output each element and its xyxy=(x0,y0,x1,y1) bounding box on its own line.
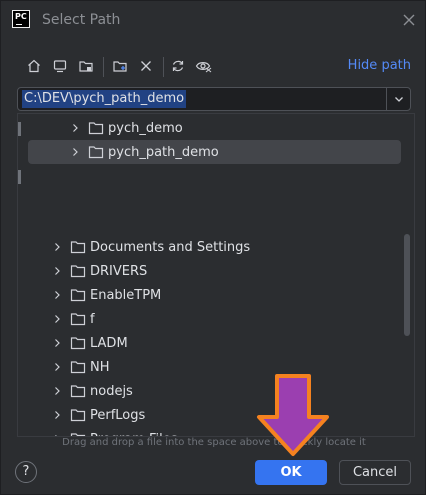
toolbar-separator xyxy=(163,57,164,77)
chevron-right-icon[interactable] xyxy=(50,384,64,398)
folder-icon xyxy=(70,312,86,326)
tree-item[interactable]: Program Files xyxy=(50,427,178,436)
folder-icon xyxy=(70,360,86,374)
chevron-right-icon[interactable] xyxy=(50,240,64,254)
tree-item-label: Documents and Settings xyxy=(90,239,251,255)
chevron-right-icon[interactable] xyxy=(50,312,64,326)
folder-icon xyxy=(70,336,86,350)
tree-item[interactable]: Documents and Settings xyxy=(50,235,250,259)
folder-icon xyxy=(70,288,86,302)
tree-item[interactable]: DRIVERS xyxy=(50,259,147,283)
tree-item[interactable]: pych_demo xyxy=(68,116,183,140)
tree-item-label: PerfLogs xyxy=(90,407,146,423)
folder-icon xyxy=(88,145,104,159)
pycharm-logo-icon: PC xyxy=(12,10,30,28)
help-button[interactable]: ? xyxy=(15,461,37,483)
desktop-icon[interactable] xyxy=(49,55,71,77)
delete-icon[interactable] xyxy=(135,55,157,77)
new-folder-icon[interactable] xyxy=(109,55,131,77)
title-bar: PC Select Path xyxy=(1,1,425,41)
chevron-right-icon[interactable] xyxy=(50,360,64,374)
show-hidden-icon[interactable] xyxy=(193,55,215,77)
path-input[interactable]: C:\DEV\pych_path_demo xyxy=(22,90,187,108)
home-icon[interactable] xyxy=(23,55,45,77)
tree-item[interactable]: EnableTPM xyxy=(50,283,161,307)
chevron-right-icon[interactable] xyxy=(68,121,82,135)
cancel-button[interactable]: Cancel xyxy=(339,460,411,485)
tree-item[interactable]: pych_path_demo xyxy=(28,140,401,164)
folder-icon xyxy=(70,264,86,278)
chevron-right-icon[interactable] xyxy=(68,145,82,159)
ok-button[interactable]: OK xyxy=(255,460,327,485)
folder-icon xyxy=(70,240,86,254)
tree-item[interactable]: f xyxy=(50,307,95,331)
tree-item-label: DRIVERS xyxy=(90,263,148,279)
tree-item-label: pych_path_demo xyxy=(108,144,219,160)
tree-item[interactable]: LADM xyxy=(50,331,128,355)
select-path-dialog: PC Select Path Hide path C:\DEV\pych_pat… xyxy=(0,0,426,495)
hide-path-link[interactable]: Hide path xyxy=(348,58,411,73)
toolbar-separator xyxy=(103,57,104,77)
tree-item[interactable]: NH xyxy=(50,355,110,379)
refresh-icon[interactable] xyxy=(167,55,189,77)
project-folder-icon[interactable] xyxy=(75,55,97,77)
dialog-title: Select Path xyxy=(42,12,121,28)
tree-item-label: LADM xyxy=(90,335,128,351)
chevron-down-icon[interactable] xyxy=(386,88,410,110)
chevron-right-icon[interactable] xyxy=(50,264,64,278)
tree-item-label: pych_demo xyxy=(108,120,183,136)
chevron-right-icon[interactable] xyxy=(50,336,64,350)
tree-edge-mark xyxy=(18,170,21,184)
tree-item-label: EnableTPM xyxy=(90,287,162,303)
tree-item[interactable]: nodejs xyxy=(50,379,133,403)
close-icon[interactable] xyxy=(401,12,417,28)
annotation-arrow-icon xyxy=(257,374,329,456)
path-combobox[interactable]: C:\DEV\pych_path_demo xyxy=(17,87,411,111)
tree-item[interactable]: PerfLogs xyxy=(50,403,145,427)
folder-icon xyxy=(88,121,104,135)
file-tree[interactable]: pych_demo pych_path_demo Documents and Set… xyxy=(17,113,415,437)
tree-item-label: f xyxy=(90,311,95,327)
chevron-right-icon[interactable] xyxy=(50,408,64,422)
drag-drop-hint: Drag and drop a file into the space abov… xyxy=(62,437,366,448)
tree-item-label: NH xyxy=(90,359,110,375)
tree-edge-mark xyxy=(18,122,21,136)
folder-icon xyxy=(70,384,86,398)
scrollbar-thumb[interactable] xyxy=(404,234,410,336)
folder-icon xyxy=(70,408,86,422)
tree-item-label: nodejs xyxy=(90,383,133,399)
chevron-right-icon[interactable] xyxy=(50,288,64,302)
